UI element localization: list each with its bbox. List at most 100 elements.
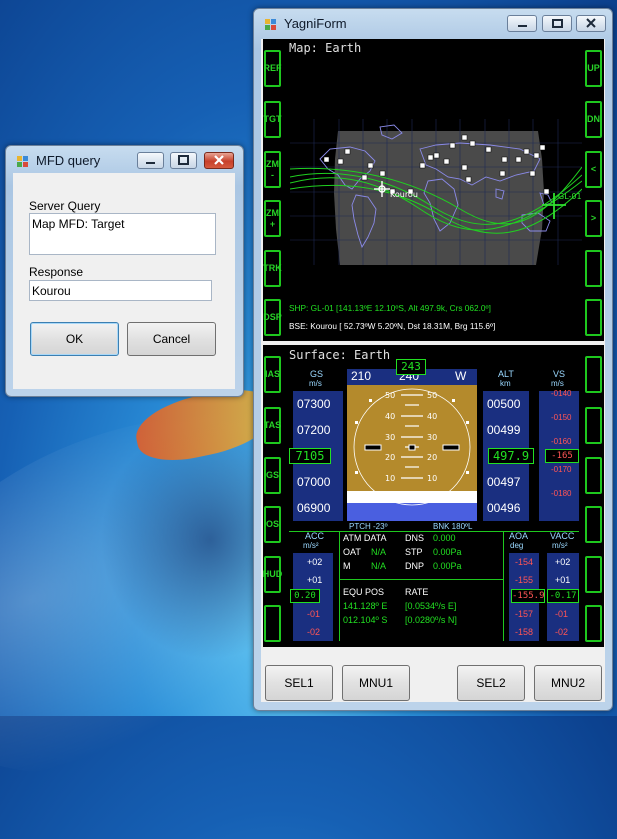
- pitch-label: 30: [427, 433, 437, 442]
- mfd-query-titlebar[interactable]: MFD query: [6, 146, 243, 174]
- dnp-label: DNP: [405, 561, 425, 571]
- softkey-dsp[interactable]: DSP: [263, 299, 282, 336]
- softkey-os[interactable]: OS: [264, 506, 281, 543]
- vacc-readout: -0.17: [547, 589, 579, 603]
- close-button[interactable]: [576, 15, 606, 32]
- softkey-r4[interactable]: [585, 506, 602, 543]
- equ-lat: 012.104º S: [343, 615, 388, 625]
- gs-readout: 7105: [289, 448, 331, 464]
- restore-button[interactable]: [542, 15, 572, 32]
- gs-tick: 07200: [297, 423, 331, 437]
- softkey-zoom-in[interactable]: ZM +: [264, 200, 281, 237]
- softkey-l6[interactable]: [264, 605, 281, 642]
- aoa-unit: deg: [510, 541, 524, 550]
- maximize-button[interactable]: [170, 152, 197, 169]
- acc-label: ACC: [305, 531, 325, 541]
- gs-label: GS: [310, 369, 324, 379]
- restore-icon: [552, 19, 563, 28]
- alt-tick: 00496: [487, 501, 521, 515]
- stp-value: 0.00Pa: [433, 547, 462, 557]
- sel1-button[interactable]: SEL1: [265, 665, 333, 701]
- map-title: Map: Earth: [289, 41, 362, 55]
- map-mfd: REF TGT ZM - ZM + TRK DSP UP DN < > Map:…: [263, 39, 604, 341]
- pitch-label: 20: [427, 453, 437, 462]
- response-field[interactable]: Kourou: [29, 280, 212, 301]
- alt-tick: 00497: [487, 475, 521, 489]
- yagni-titlebar[interactable]: YagniForm: [254, 9, 612, 37]
- base-info-line: BSE: Kourou [ 52.73ºW 5.20ºN, Dst 18.31M…: [289, 321, 496, 331]
- server-query-field[interactable]: Map MFD: Target: [29, 213, 216, 255]
- mnu2-button[interactable]: MNU2: [534, 665, 602, 701]
- softkey-r5b[interactable]: [585, 556, 602, 593]
- vacc-tick: +01: [555, 575, 571, 585]
- softkey-r5[interactable]: [585, 250, 602, 287]
- aoa-tick: -157: [515, 609, 534, 619]
- softkey-right[interactable]: >: [585, 200, 602, 237]
- alt-unit: km: [500, 379, 511, 388]
- softkey-r3[interactable]: [585, 457, 602, 494]
- surface-mfd: IAS TAS GS OS HUD Surface: Earth 210 240…: [263, 345, 604, 647]
- dnp-value: 0.00Pa: [433, 561, 462, 571]
- vs-tick: -0160: [551, 437, 572, 446]
- softkey-ref[interactable]: REF: [264, 50, 282, 87]
- minimize-button[interactable]: [137, 152, 164, 169]
- rate-lon: [0.0534º/s E]: [405, 601, 457, 611]
- oat-label: OAT: [343, 547, 361, 557]
- ok-button[interactable]: OK: [30, 322, 119, 356]
- close-button[interactable]: [204, 152, 234, 169]
- close-icon: [586, 18, 596, 28]
- softkey-hud[interactable]: HUD: [263, 556, 282, 593]
- oat-value: N/A: [371, 547, 387, 557]
- softkey-tgt[interactable]: TGT: [264, 101, 282, 138]
- aoa-block-border: [503, 531, 504, 641]
- heading-tick: W: [455, 369, 467, 383]
- softkey-zoom-out[interactable]: ZM -: [264, 151, 281, 188]
- mfd-query-window: MFD query Server Query Map MFD: Target R…: [5, 145, 244, 397]
- mnu1-button[interactable]: MNU1: [342, 665, 410, 701]
- alt-label: ALT: [498, 369, 514, 379]
- base-map-label: Kourou: [390, 190, 418, 199]
- aoa-label: AOA: [509, 531, 529, 541]
- window-title: MFD query: [36, 153, 101, 168]
- softkey-up[interactable]: UP: [585, 50, 602, 87]
- sel2-button[interactable]: SEL2: [457, 665, 525, 701]
- vs-tick: -0140: [551, 389, 572, 398]
- acc-tick: +02: [307, 557, 323, 567]
- pitch-label: 50: [427, 391, 437, 400]
- ship-info-line: SHP: GL-01 [141.13ºE 12.10ºS, Alt 497.9k…: [289, 303, 491, 313]
- cancel-button[interactable]: Cancel: [127, 322, 216, 356]
- pitch-label: 40: [427, 412, 437, 421]
- minimize-button[interactable]: [507, 15, 537, 32]
- softkey-dn[interactable]: DN: [585, 101, 602, 138]
- app-icon: [265, 19, 276, 30]
- app-icon: [17, 156, 28, 167]
- ship-map-label: GL-01: [558, 192, 582, 201]
- softkey-r1[interactable]: [585, 356, 602, 393]
- softkey-r6[interactable]: [585, 299, 602, 336]
- atm-block-border: [339, 531, 340, 641]
- acc-unit: m/s²: [303, 541, 319, 550]
- softkey-r6b[interactable]: [585, 605, 602, 642]
- softkey-left[interactable]: <: [585, 151, 602, 188]
- alt-readout: 497.9: [488, 448, 534, 464]
- softkey-ias[interactable]: IAS: [264, 356, 281, 393]
- gs-unit: m/s: [309, 379, 322, 388]
- softkey-gs[interactable]: GS: [264, 457, 281, 494]
- aoa-tick: -158: [515, 627, 534, 637]
- acc-tick: -02: [307, 627, 321, 637]
- acc-readout: 0.20: [290, 589, 320, 603]
- acc-tick: +01: [307, 575, 323, 585]
- maximize-icon: [178, 155, 189, 165]
- close-icon: [214, 155, 224, 165]
- vs-label: VS: [553, 369, 566, 379]
- vs-unit: m/s: [551, 379, 564, 388]
- aoa-tick: -154: [515, 557, 534, 567]
- alt-tick: 00500: [487, 397, 521, 411]
- pitch-readout: PTCH -23º: [349, 522, 388, 531]
- alt-tick: 00499: [487, 423, 521, 437]
- minimize-icon: [146, 162, 155, 164]
- softkey-trk[interactable]: TRK: [263, 250, 282, 287]
- softkey-r2[interactable]: [585, 407, 602, 444]
- softkey-tas[interactable]: TAS: [264, 407, 281, 444]
- response-label: Response: [29, 265, 84, 279]
